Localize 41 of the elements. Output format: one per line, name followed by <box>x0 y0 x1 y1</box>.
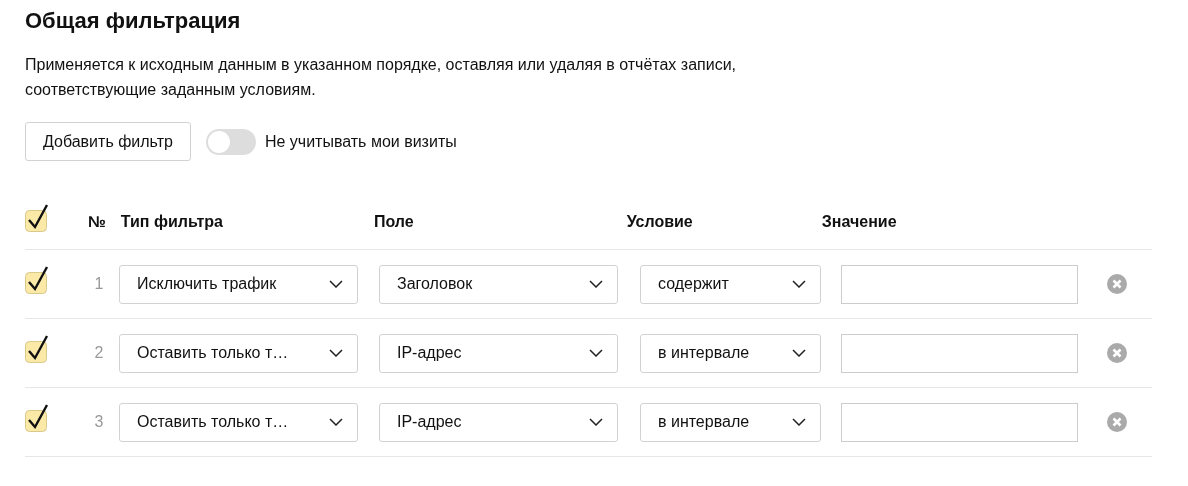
row-checkbox[interactable] <box>25 334 49 364</box>
remove-icon[interactable] <box>1107 274 1127 294</box>
row-checkbox[interactable] <box>25 403 49 433</box>
chevron-down-icon <box>792 349 806 357</box>
row-checkbox[interactable] <box>25 265 49 295</box>
chevron-down-icon <box>329 418 343 426</box>
section-title: Общая фильтрация <box>25 7 242 35</box>
remove-icon[interactable] <box>1107 343 1127 363</box>
column-header: Условие <box>626 213 693 231</box>
chevron-down-icon <box>329 280 343 288</box>
add-filter-button[interactable]: Добавить фильтр <box>25 122 191 161</box>
condition-dropdown[interactable]: в интервале <box>640 333 821 373</box>
description-text: Применяется к исходным данным в указанном порядке, оставляя или удаляя в отчётах записи, соответствующие заданным условиям. <box>25 55 737 100</box>
chevron-down-icon <box>792 418 806 426</box>
filter-type-dropdown[interactable]: Оставить только т… <box>119 333 358 373</box>
value-input[interactable] <box>841 333 1078 373</box>
chevron-down-icon <box>589 349 603 357</box>
field-dropdown[interactable]: Заголовок <box>379 264 618 304</box>
column-header: № <box>88 213 106 231</box>
column-header: Тип фильтра <box>120 213 223 231</box>
remove-icon[interactable] <box>1107 412 1127 432</box>
condition-dropdown[interactable]: в интервале <box>640 402 821 442</box>
field-dropdown[interactable]: IP-адрес <box>379 333 618 373</box>
filter-type-dropdown[interactable]: Оставить только т… <box>119 402 358 442</box>
chevron-down-icon <box>589 280 603 288</box>
value-input[interactable] <box>841 264 1078 304</box>
chevron-down-icon <box>589 418 603 426</box>
row-number: 2 <box>93 344 105 362</box>
toggle-label: Не учитывать мои визиты <box>264 132 457 151</box>
row-number: 3 <box>93 413 105 431</box>
value-input[interactable] <box>841 402 1078 442</box>
filter-type-dropdown[interactable]: Исключить трафик <box>119 264 358 304</box>
chevron-down-icon <box>792 280 806 288</box>
select-all-checkbox[interactable] <box>25 203 49 233</box>
column-header: Поле <box>373 213 414 231</box>
field-dropdown[interactable]: IP-адрес <box>379 402 618 442</box>
condition-dropdown[interactable]: содержит <box>640 264 821 304</box>
row-number: 1 <box>93 275 105 293</box>
toggle-switch[interactable] <box>205 128 256 155</box>
chevron-down-icon <box>329 349 343 357</box>
column-header: Значение <box>821 213 897 231</box>
